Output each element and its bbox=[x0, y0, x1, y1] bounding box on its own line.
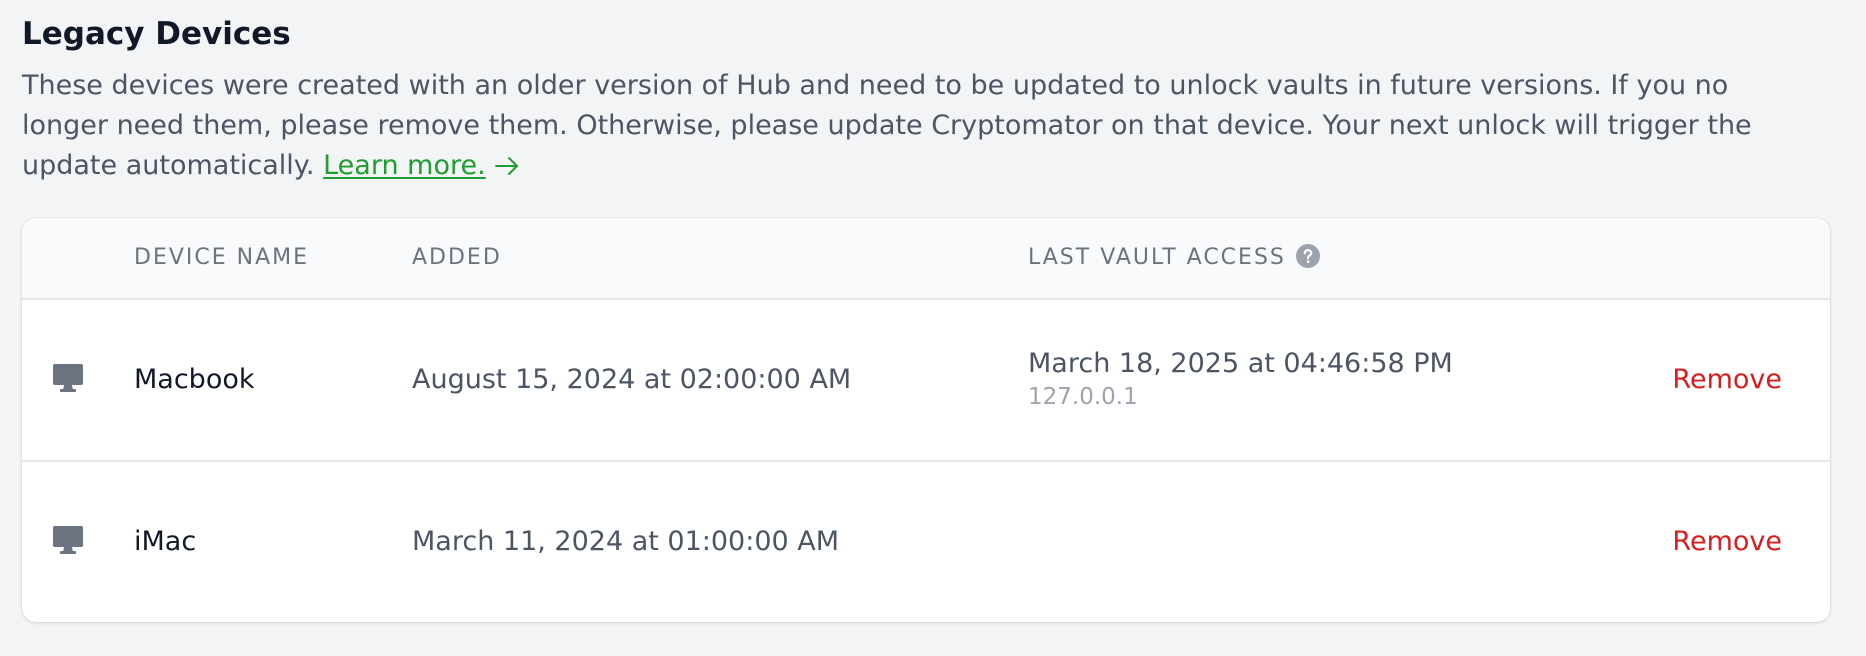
section-title: Legacy Devices bbox=[22, 16, 291, 52]
device-name: Macbook bbox=[134, 364, 255, 395]
legacy-devices-table: Device Name Added Last Vault Access Macb… bbox=[22, 218, 1830, 622]
table-row: iMac March 11, 2024 at 01:00:00 AM Remov… bbox=[22, 462, 1830, 622]
column-header-last-vault-access-label: Last Vault Access bbox=[1028, 245, 1286, 270]
column-header-last-vault-access: Last Vault Access bbox=[1028, 218, 1320, 298]
remove-device-button[interactable]: Remove bbox=[1672, 462, 1782, 622]
table-row: Macbook August 15, 2024 at 02:00:00 AM M… bbox=[22, 300, 1830, 462]
last-vault-access: March 18, 2025 at 04:46:58 PM 127.0.0.1 bbox=[1028, 346, 1453, 412]
table-header: Device Name Added Last Vault Access bbox=[22, 218, 1830, 300]
device-added-date: March 11, 2024 at 01:00:00 AM bbox=[412, 526, 840, 557]
question-circle-icon[interactable] bbox=[1295, 222, 1320, 302]
section-description: These devices were created with an older… bbox=[22, 66, 1812, 190]
column-header-added: Added bbox=[412, 245, 502, 270]
description-text: These devices were created with an older… bbox=[22, 70, 1752, 181]
desktop-monitor-icon bbox=[52, 362, 84, 398]
device-added-date: August 15, 2024 at 02:00:00 AM bbox=[412, 364, 852, 395]
last-access-date: March 18, 2025 at 04:46:58 PM bbox=[1028, 348, 1453, 379]
learn-more-link[interactable]: Learn more. bbox=[323, 150, 486, 181]
arrow-right-icon[interactable] bbox=[494, 150, 520, 190]
device-name: iMac bbox=[134, 526, 197, 557]
desktop-monitor-icon bbox=[52, 524, 84, 560]
last-access-ip: 127.0.0.1 bbox=[1028, 384, 1138, 410]
remove-device-button[interactable]: Remove bbox=[1672, 300, 1782, 460]
column-header-device-name: Device Name bbox=[134, 245, 310, 270]
